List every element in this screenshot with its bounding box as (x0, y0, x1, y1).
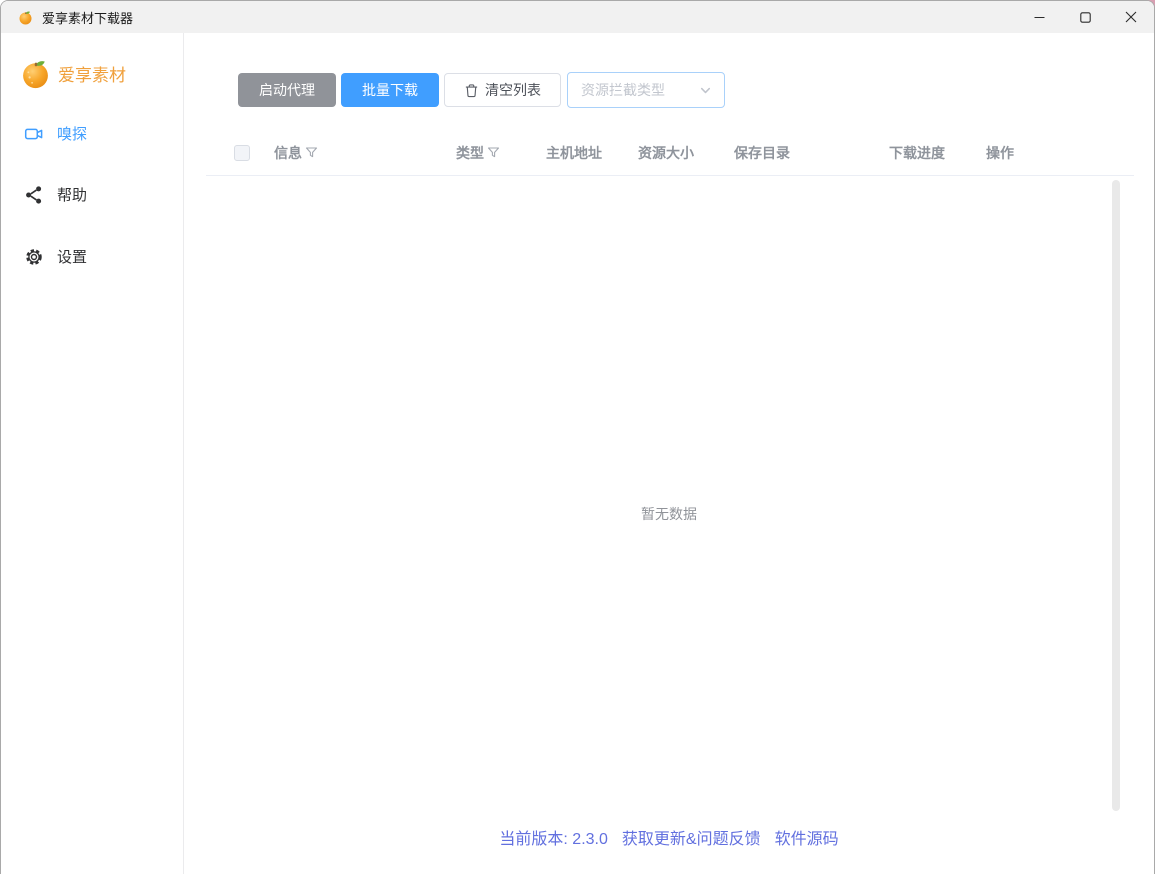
empty-state-text: 暂无数据 (641, 504, 697, 524)
resource-type-placeholder: 资源拦截类型 (581, 80, 665, 100)
select-all-checkbox[interactable] (234, 145, 250, 161)
app-icon (18, 10, 33, 25)
clear-list-label: 清空列表 (485, 83, 541, 97)
window-title: 爱享素材下载器 (42, 8, 133, 27)
app-window: 爱享素材下载器 (0, 0, 1155, 874)
filter-funnel-icon[interactable] (487, 146, 500, 159)
close-button[interactable] (1108, 1, 1154, 33)
column-label: 类型 (456, 143, 484, 163)
table-body: 暂无数据 (184, 176, 1154, 814)
sidebar: 爱享素材 嗅探 帮助 (1, 33, 184, 874)
resource-type-select[interactable]: 资源拦截类型 (567, 72, 725, 108)
trash-icon (464, 83, 479, 98)
sidebar-item-label: 设置 (57, 246, 87, 267)
minimize-button[interactable] (1016, 1, 1062, 33)
settings-gear-icon (24, 247, 44, 267)
sidebar-item-sniff[interactable]: 嗅探 (24, 123, 183, 144)
app-logo: 爱享素材 (20, 58, 183, 89)
sidebar-item-help[interactable]: 帮助 (24, 184, 183, 205)
toolbar: 启动代理 批量下载 清空列表 资源拦截类型 (238, 72, 1154, 108)
chevron-down-icon (699, 84, 712, 97)
column-header-type: 类型 (444, 143, 534, 163)
logo-text: 爱享素材 (58, 61, 126, 86)
sidebar-item-settings[interactable]: 设置 (24, 246, 183, 267)
close-icon (1125, 11, 1137, 23)
title-bar: 爱享素材下载器 (1, 1, 1154, 33)
sidebar-item-label: 嗅探 (57, 123, 87, 144)
table-header: 信息 类型 主机地址 资源大小 保存目录 下载进度 操作 (206, 139, 1134, 176)
source-code-link[interactable]: 软件源码 (775, 831, 839, 848)
sidebar-nav: 嗅探 帮助 设置 (1, 123, 183, 267)
help-share-icon (24, 185, 44, 205)
sniff-video-icon (24, 124, 44, 144)
column-header-host: 主机地址 (534, 143, 626, 163)
column-header-size: 资源大小 (626, 143, 722, 163)
column-header-progress: 下载进度 (877, 143, 974, 163)
vertical-scrollbar-thumb[interactable] (1112, 180, 1120, 811)
column-label: 信息 (274, 143, 302, 163)
sidebar-item-label: 帮助 (57, 184, 87, 205)
start-proxy-button[interactable]: 启动代理 (238, 73, 336, 107)
filter-funnel-icon[interactable] (305, 146, 318, 159)
window-content: 爱享素材 嗅探 帮助 (1, 33, 1154, 874)
main-panel: 启动代理 批量下载 清空列表 资源拦截类型 (184, 33, 1154, 874)
update-feedback-link[interactable]: 获取更新&问题反馈 (622, 831, 761, 848)
column-header-savedir: 保存目录 (722, 143, 877, 163)
footer: 当前版本: 2.3.0 获取更新&问题反馈 软件源码 (184, 814, 1154, 874)
column-header-actions: 操作 (974, 143, 1134, 163)
version-label: 当前版本: 2.3.0 (499, 825, 607, 849)
minimize-icon (1034, 12, 1045, 23)
clear-list-button[interactable]: 清空列表 (444, 73, 561, 107)
maximize-icon (1080, 12, 1091, 23)
maximize-button[interactable] (1062, 1, 1108, 33)
batch-download-button[interactable]: 批量下载 (341, 73, 439, 107)
logo-icon (20, 58, 51, 89)
column-header-info: 信息 (262, 143, 444, 163)
select-all-cell (206, 145, 262, 161)
